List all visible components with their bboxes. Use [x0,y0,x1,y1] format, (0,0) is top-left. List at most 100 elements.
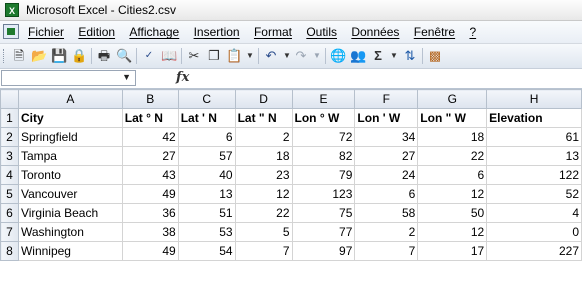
formula-input[interactable] [200,70,580,86]
cell[interactable]: 97 [291,241,356,261]
cell[interactable]: 123 [291,184,356,204]
cell[interactable]: 13 [177,184,236,204]
cell[interactable]: Toronto [17,165,123,185]
cell[interactable]: 27 [121,146,179,166]
open-icon[interactable]: 📂 [31,48,47,64]
paste-icon[interactable]: 📋 [226,48,242,64]
cell[interactable]: Lon ' W [354,108,419,128]
save-icon[interactable]: 💾 [51,48,67,64]
cell[interactable]: Elevation [486,108,582,128]
new-icon[interactable]: 🗎 [11,48,27,64]
cell[interactable]: 18 [417,127,488,147]
cell[interactable]: 40 [177,165,236,185]
cell[interactable]: 79 [291,165,356,185]
cell[interactable]: Lon " W [417,108,488,128]
cell[interactable]: Tampa [17,146,123,166]
cell[interactable]: 82 [291,146,356,166]
column-header[interactable]: E [291,89,356,109]
toolbar-grip[interactable] [3,49,7,63]
cell[interactable]: 24 [354,165,419,185]
excel-app-icon[interactable]: X [5,3,19,17]
cell[interactable]: Lat ' N [177,108,236,128]
cell[interactable]: 50 [417,203,488,223]
cell[interactable]: 23 [234,165,293,185]
cell[interactable]: 42 [121,127,179,147]
name-box-dropdown-icon[interactable]: ▼ [122,72,131,82]
column-header[interactable]: F [354,89,419,109]
cell[interactable]: 43 [121,165,179,185]
cell[interactable]: 12 [417,222,488,242]
cell[interactable]: Washington [17,222,123,242]
menu-affichage[interactable]: Affichage [129,25,179,39]
cell[interactable]: 27 [354,146,419,166]
cell[interactable]: 12 [417,184,488,204]
column-header[interactable]: C [177,89,236,109]
cell[interactable]: Virginia Beach [17,203,123,223]
menu-donnees[interactable]: Données [351,25,399,39]
cell[interactable]: 72 [291,127,356,147]
cell[interactable]: 57 [177,146,236,166]
column-header[interactable]: H [486,89,582,109]
menu-edition[interactable]: Edition [78,25,115,39]
print-preview-icon[interactable]: 🔍 [116,48,132,64]
workbook-control-icon[interactable] [3,24,19,39]
cell[interactable]: City [17,108,123,128]
cell[interactable]: 227 [486,241,582,261]
cell[interactable]: Winnipeg [17,241,123,261]
cell[interactable]: Springfield [17,127,123,147]
cell[interactable]: 22 [417,146,488,166]
column-header[interactable]: G [417,89,488,109]
cell[interactable]: Lat " N [234,108,293,128]
row-header[interactable]: 4 [0,165,19,185]
cell[interactable]: 2 [234,127,293,147]
cell[interactable]: 58 [354,203,419,223]
row-header[interactable]: 7 [0,222,19,242]
cell[interactable]: 2 [354,222,419,242]
cell[interactable]: 18 [234,146,293,166]
cell[interactable]: 34 [354,127,419,147]
sort-ascending-icon[interactable]: ⇅ [402,48,418,64]
insert-function-icon[interactable]: fx [176,70,189,85]
research-icon[interactable]: 📖 [161,48,177,64]
cell[interactable]: 75 [291,203,356,223]
cell[interactable]: 53 [177,222,236,242]
hyperlink-icon[interactable]: 🌐 [330,48,346,64]
menu-outils[interactable]: Outils [306,25,337,39]
row-header[interactable]: 1 [0,108,19,128]
column-header[interactable]: A [17,89,123,109]
cell[interactable]: 6 [417,165,488,185]
cell[interactable]: 0 [486,222,582,242]
cell[interactable]: 38 [121,222,179,242]
redo-icon[interactable]: ↷ [293,48,309,64]
permission-icon[interactable]: 🔒 [71,48,87,64]
menu-format[interactable]: Format [254,25,292,39]
cell[interactable]: 4 [486,203,582,223]
cell[interactable]: 12 [234,184,293,204]
cell[interactable]: 6 [177,127,236,147]
cell[interactable]: 36 [121,203,179,223]
cell[interactable]: 61 [486,127,582,147]
cell[interactable]: 51 [177,203,236,223]
column-header[interactable]: B [121,89,179,109]
menu-fichier[interactable]: Fichier [28,25,64,39]
menu-help[interactable]: ? [469,25,476,39]
undo-icon[interactable]: ↶ [263,48,279,64]
spelling-icon[interactable]: ✓ [141,48,157,64]
cell[interactable]: 49 [121,184,179,204]
print-icon[interactable]: 🖶 [96,48,112,64]
cut-icon[interactable]: ✂ [186,48,202,64]
share-icon[interactable]: 👥 [350,48,366,64]
cell[interactable]: 17 [417,241,488,261]
select-all-corner[interactable] [0,89,19,109]
column-header[interactable]: D [234,89,293,109]
chart-icon[interactable]: ▩ [427,48,443,64]
cell[interactable]: 49 [121,241,179,261]
menu-fenetre[interactable]: Fenêtre [414,25,455,39]
autosum-dropdown-icon[interactable]: ▼ [386,48,402,64]
cell[interactable]: Lat ° N [121,108,179,128]
row-header[interactable]: 6 [0,203,19,223]
autosum-icon[interactable]: Σ [370,48,386,64]
row-header[interactable]: 8 [0,241,19,261]
cell[interactable]: 13 [486,146,582,166]
cell[interactable]: 77 [291,222,356,242]
